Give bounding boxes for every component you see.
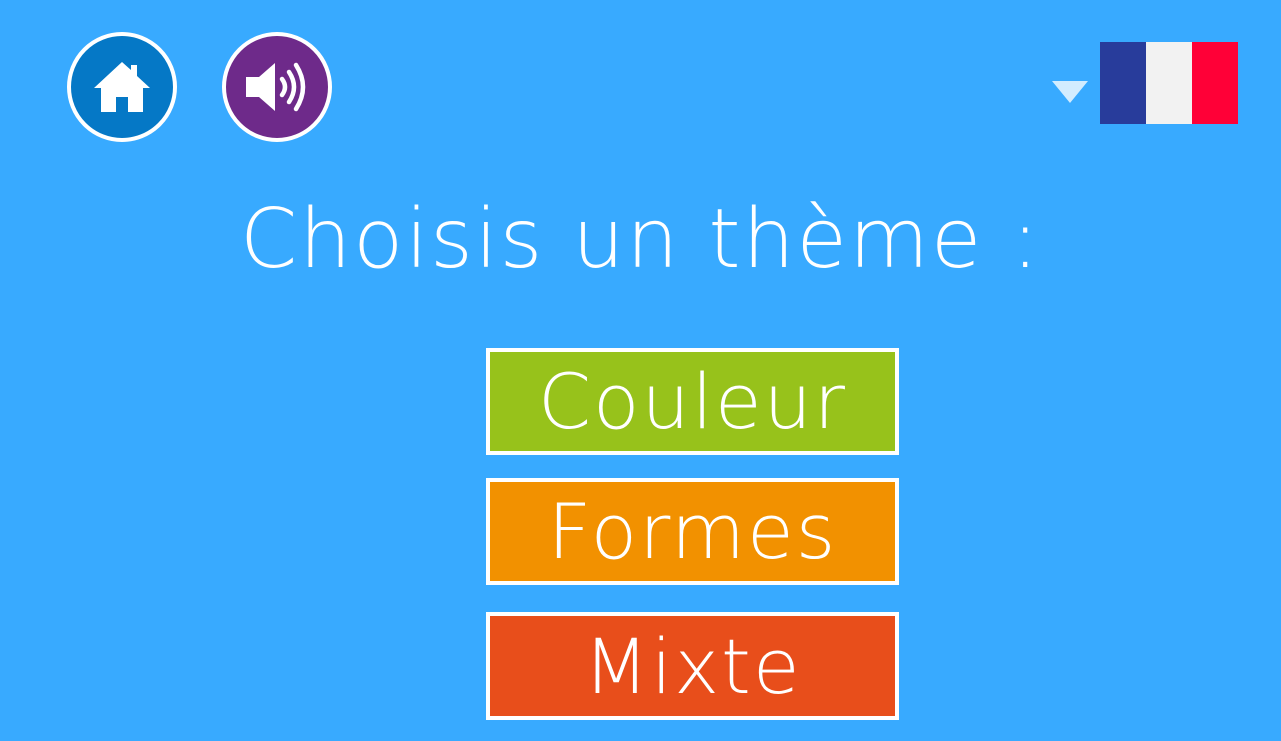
- sound-button[interactable]: [222, 32, 332, 142]
- language-dropdown-caret-icon[interactable]: [1052, 81, 1088, 103]
- page-title: Choisis un thème :: [239, 192, 1042, 287]
- home-button[interactable]: [67, 32, 177, 142]
- home-icon: [91, 59, 153, 115]
- flag-stripe-blue: [1100, 42, 1146, 124]
- theme-mixte-button[interactable]: Mixte: [486, 612, 899, 720]
- theme-couleur-button[interactable]: Couleur: [486, 348, 899, 455]
- flag-stripe-red: [1192, 42, 1238, 124]
- theme-formes-button[interactable]: Formes: [486, 478, 899, 585]
- flag-stripe-white: [1146, 42, 1192, 124]
- speaker-icon: [242, 59, 312, 115]
- france-flag-icon[interactable]: [1100, 42, 1238, 124]
